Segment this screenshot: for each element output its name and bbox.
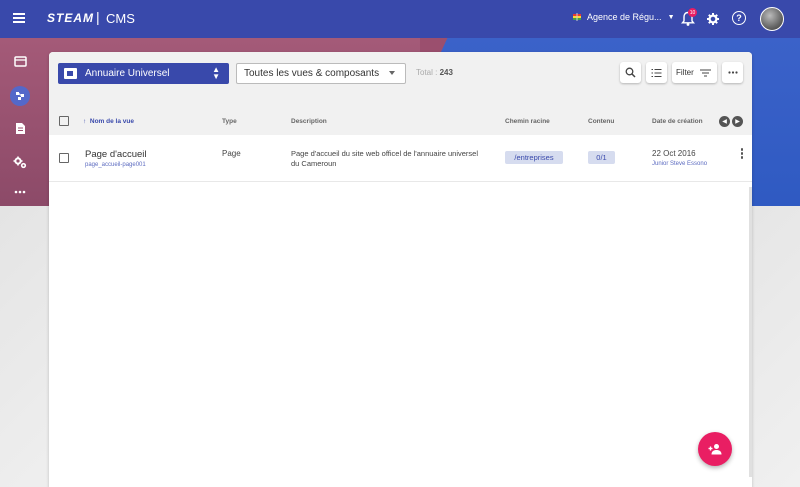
gear-icon [707,13,719,25]
filter-button[interactable]: Filter [672,62,717,83]
table-header: ↑ Nom de la vue Type Description Chemin … [49,108,752,135]
total-count: Total : 243 [416,68,453,77]
column-header-created[interactable]: Date de création [652,118,703,125]
hierarchy-icon [16,92,24,100]
views-select[interactable]: Toutes les vues & composants [236,63,406,84]
row-author[interactable]: Junior Steve Essono [652,161,707,167]
column-header-name[interactable]: ↑ Nom de la vue [83,118,134,125]
agency-selector[interactable]: Agence de Régu... ▼ [572,12,675,22]
row-date: 22 Oct 2016 [652,149,696,158]
sidebar-item-settings[interactable] [10,152,30,172]
add-user-icon [708,444,722,455]
dashboard-icon [13,55,27,67]
list-icon [651,68,662,77]
chevron-right-icon[interactable]: ▶ [732,116,743,127]
column-header-root-path[interactable]: Chemin racine [505,118,550,125]
select-all-checkbox[interactable] [59,116,69,126]
more-options-button[interactable] [722,62,743,83]
sidebar-item-documents[interactable] [10,118,30,138]
menu-icon[interactable] [11,10,29,28]
row-type: Page [222,149,241,158]
sidebar-item-more[interactable] [10,182,30,202]
sidebar-item-views[interactable] [10,86,30,106]
notifications-button[interactable]: 10 [681,8,697,27]
total-label: Total : [416,68,438,77]
column-scroll: ◀ ▶ [719,116,743,127]
chevron-down-icon: ▼ [667,13,675,21]
column-header-description[interactable]: Description [291,118,327,125]
filter-button-label: Filter [676,68,694,77]
column-header-type[interactable]: Type [222,118,237,125]
column-header-content[interactable]: Contenu [588,118,614,125]
notification-badge: 10 [688,8,697,17]
app-title: CMS [106,11,135,26]
sort-arrow-icon: ↑ [83,118,87,125]
row-description: Page d'accueil du site web officel de l'… [291,149,479,168]
settings-button[interactable] [706,12,720,26]
add-user-button[interactable] [698,432,732,466]
chevron-down-icon [389,71,395,75]
sidebar-item-dashboard[interactable] [10,51,30,71]
agency-name: Agence de Régu... [587,12,662,22]
top-app-bar: STEAM | CMS Agence de Régu... ▼ 10 ? [0,0,800,38]
cogs-icon [13,156,27,169]
brand-logo: STEAM [47,11,94,25]
row-checkbox[interactable] [59,153,69,163]
card-toolbar: Annuaire Universel ▲ ▼ Toutes les vues & … [49,52,752,108]
more-horiz-icon [727,71,738,74]
document-icon [15,122,25,134]
views-select-label: Toutes les vues & composants [244,68,380,79]
list-view-button[interactable] [646,62,667,83]
table-row[interactable]: Page d'accueil page_accueil-page001 Page… [49,135,752,182]
help-icon[interactable]: ? [732,11,746,25]
row-slug: page_accueil-page001 [85,162,146,168]
root-path-chip[interactable]: /entreprises [505,151,563,164]
total-value: 243 [439,68,453,77]
content-chip[interactable]: 0/1 [588,151,615,164]
views-card: Annuaire Universel ▲ ▼ Toutes les vues & … [49,52,752,487]
brand-separator: | [96,9,100,25]
directory-logo-icon [64,68,77,79]
row-more-icon[interactable] [739,148,745,162]
row-name[interactable]: Page d'accueil [85,149,147,160]
more-horiz-icon [14,190,26,194]
avatar[interactable] [760,7,784,31]
search-icon [625,67,636,78]
vertical-scrollbar[interactable] [749,187,752,477]
directory-select-label: Annuaire Universel [85,68,170,79]
column-header-name-label: Nom de la vue [89,118,134,125]
filter-icon [699,69,711,76]
chevron-left-icon[interactable]: ◀ [719,116,730,127]
directory-select[interactable]: Annuaire Universel ▲ ▼ [58,63,229,84]
search-button[interactable] [620,62,641,83]
unfold-icon: ▲ ▼ [212,65,220,81]
flag-icon [572,12,582,22]
side-navigation [0,38,40,206]
